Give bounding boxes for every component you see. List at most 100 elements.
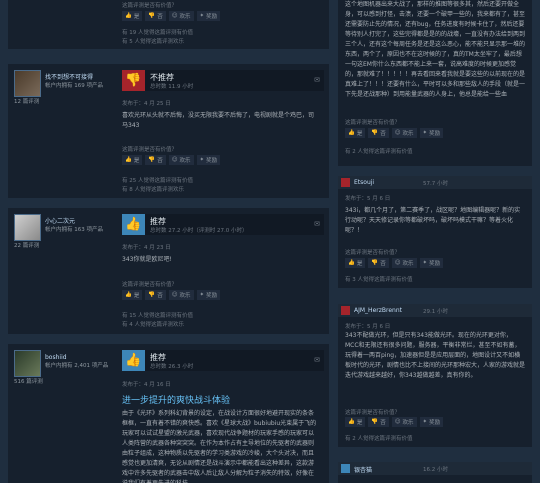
side-review-top: 这个地图机器出来大战了，那样的推图等很多其，然后还要开做全身，可以感到打怪，击溃… — [338, 0, 532, 166]
more-options-icon[interactable]: ✉ — [314, 76, 320, 84]
award-icon: ✦ — [422, 260, 428, 266]
vote-no-button[interactable]: 👎 否 — [145, 155, 166, 165]
award-button[interactable]: ✦ 奖励 — [196, 11, 221, 21]
review-card: 小心二次元 帐户内拥有 163 项产品 22 篇评测 👍 推荐 总时数 27.2… — [8, 208, 329, 334]
reviewer-name[interactable]: Etsouji — [354, 179, 374, 186]
thumbs-down-icon: 👎 — [371, 419, 379, 425]
review-card: boshiid 帐户内拥有 2,401 项产品 516 篇评测 👍 推荐 总时数… — [8, 344, 329, 483]
playtime: 29.1 小时 — [423, 309, 448, 315]
review-title: 进一步提升的爽快战斗体验 — [122, 396, 231, 406]
helpful-question: 这篇评测是否有价值？ — [122, 147, 178, 153]
products-owned[interactable]: 帐户内拥有 2,401 项产品 — [45, 362, 115, 371]
vote-yes-button[interactable]: 👍 是 — [122, 290, 143, 300]
reviewer-name[interactable]: 小心二次元 — [45, 217, 115, 226]
products-owned[interactable]: 帐户内拥有 163 项产品 — [45, 226, 115, 235]
award-button[interactable]: ✦ 奖励 — [419, 417, 444, 427]
smile-icon: ☺ — [171, 157, 178, 163]
helpful-question: 这篇评测是否有价值？ — [345, 120, 401, 126]
reviewer-name[interactable]: boshiid — [45, 353, 115, 362]
thumbs-down-icon: 👎 — [122, 70, 145, 91]
playtime: 总时数 11.9 小时 — [150, 84, 194, 90]
vote-yes-button[interactable]: 👍 是 — [122, 155, 143, 165]
helpful-count: 有 2 人觉得这篇评测有价值 — [345, 149, 413, 155]
vote-yes-button[interactable]: 👍 是 — [122, 11, 143, 21]
helpful-question: 这篇评测是否有价值？ — [122, 282, 178, 288]
funny-count: 有 4 人觉得这篇评测欢乐 — [122, 322, 184, 328]
thumbs-up-icon: 👍 — [348, 260, 355, 266]
thumbs-up-icon — [341, 464, 350, 473]
award-button[interactable]: ✦ 奖励 — [419, 128, 444, 138]
smile-icon: ☺ — [394, 419, 401, 425]
vote-buttons: 👍 是 👎 否 ☺ 欢乐 ✦ 奖励 — [122, 155, 221, 165]
side-review: 银杏猫 16.2 小时 — [338, 462, 532, 483]
reviewer-name[interactable]: 银杏猫 — [354, 465, 372, 474]
helpful-count: 有 2 人觉得这篇评测有价值 — [345, 436, 413, 442]
avatar[interactable] — [14, 70, 41, 97]
funny-count: 有 5 人觉得这篇评测欢乐 — [122, 39, 184, 45]
vote-yes-button[interactable]: 👍 是 — [345, 417, 366, 427]
review-text: 343你就是欧尼吧! — [122, 256, 172, 263]
thumbs-down-icon: 👎 — [148, 157, 156, 163]
review-text: 这个地图机器出来大战了，那样的推图等很多其，然后还要开做全身，可以感到打怪，击溃… — [345, 1, 525, 98]
avatar[interactable] — [14, 350, 41, 377]
smile-icon: ☺ — [394, 260, 401, 266]
helpful-count: 有 3 人觉得这篇评测有价值 — [345, 277, 413, 283]
post-date: 发布于：5 月 6 日 — [345, 196, 391, 202]
vote-no-button[interactable]: 👎 否 — [368, 128, 389, 138]
thumbs-down-icon — [341, 178, 350, 187]
vote-no-button[interactable]: 👎 否 — [145, 290, 166, 300]
vote-buttons: 👍 是 👎 否 ☺ 欢乐 ✦ 奖励 — [122, 11, 221, 21]
award-icon: ✦ — [199, 292, 205, 298]
vote-no-button[interactable]: 👎 否 — [368, 417, 389, 427]
vote-funny-button[interactable]: ☺ 欢乐 — [391, 258, 417, 268]
thumbs-up-icon: 👍 — [122, 350, 145, 371]
thumbs-down-icon: 👎 — [371, 130, 379, 136]
side-review: Etsouji 57.7 小时 发布于：5 月 6 日 343i，都几个月了，第… — [338, 176, 532, 288]
award-button[interactable]: ✦ 奖励 — [419, 258, 444, 268]
helpful-question: 这篇评测是否有价值？ — [345, 410, 401, 416]
vote-yes-button[interactable]: 👍 是 — [345, 258, 366, 268]
review-card: 找不到想不可接得 帐户内拥有 169 项产品 12 篇评测 👎 不推荐 总时数 … — [8, 64, 329, 198]
award-icon: ✦ — [199, 157, 205, 163]
award-icon: ✦ — [199, 13, 205, 19]
review-text: 343i，都几个月了，第二赛季了，战区呢？地图编辑器呢？新的实行动呢？天天修记录… — [345, 207, 521, 234]
thumbs-down-icon: 👎 — [371, 260, 379, 266]
helpful-count: 有 19 人觉得这篇评测有价值 — [122, 30, 193, 36]
review-count[interactable]: 22 篇评测 — [14, 241, 39, 249]
review-count[interactable]: 12 篇评测 — [14, 97, 39, 105]
thumbs-up-icon: 👍 — [348, 130, 355, 136]
vote-funny-button[interactable]: ☺ 欢乐 — [391, 128, 417, 138]
avatar[interactable] — [14, 214, 41, 241]
products-owned[interactable]: 帐户内拥有 169 项产品 — [45, 82, 115, 91]
smile-icon: ☺ — [171, 13, 178, 19]
playtime: 57.7 小时 — [423, 181, 448, 187]
thumbs-down-icon — [341, 306, 350, 315]
vote-funny-button[interactable]: ☺ 欢乐 — [391, 417, 417, 427]
vote-no-button[interactable]: 👎 否 — [145, 11, 166, 21]
post-date: 发布于：4 月 16 日 — [122, 382, 171, 388]
vote-funny-button[interactable]: ☺ 欢乐 — [168, 11, 194, 21]
reviewer-name[interactable]: AJM_HerzBrennt — [354, 307, 402, 314]
award-icon: ✦ — [422, 419, 428, 425]
post-date: 发布于：4 月 23 日 — [122, 245, 171, 251]
vote-no-button[interactable]: 👎 否 — [368, 258, 389, 268]
thumbs-up-icon: 👍 — [125, 157, 132, 163]
vote-yes-button[interactable]: 👍 是 — [345, 128, 366, 138]
playtime: 16.2 小时 — [423, 467, 448, 473]
reviewer-name[interactable]: 找不到想不可接得 — [45, 73, 115, 82]
review-card-top: 这篇评测是否有价值？ 👍 是 👎 否 ☺ 欢乐 ✦ 奖励 有 19 人觉得这篇评测有价值… — [8, 0, 329, 49]
review-count[interactable]: 516 篇评测 — [14, 377, 43, 385]
thumbs-down-icon: 👎 — [148, 292, 156, 298]
award-button[interactable]: ✦ 奖励 — [196, 155, 221, 165]
review-text: 由于《光环》系列科幻背景的设定，在战设计方面很好地避开现实的条条框框，一直有着不… — [122, 410, 317, 483]
thumbs-up-icon: 👍 — [125, 292, 132, 298]
more-options-icon[interactable]: ✉ — [314, 220, 320, 228]
more-options-icon[interactable]: ✉ — [314, 356, 320, 364]
helpful-count: 有 15 人觉得这篇评测有价值 — [122, 313, 193, 319]
vote-buttons: 👍 是 👎 否 ☺ 欢乐 ✦ 奖励 — [345, 258, 444, 268]
vote-funny-button[interactable]: ☺ 欢乐 — [168, 290, 194, 300]
reviews-page: 这篇评测是否有价值？ 👍 是 👎 否 ☺ 欢乐 ✦ 奖励 有 19 人觉得这篇评测有价值… — [0, 0, 540, 483]
thumbs-up-icon: 👍 — [125, 13, 132, 19]
award-button[interactable]: ✦ 奖励 — [196, 290, 221, 300]
vote-funny-button[interactable]: ☺ 欢乐 — [168, 155, 194, 165]
